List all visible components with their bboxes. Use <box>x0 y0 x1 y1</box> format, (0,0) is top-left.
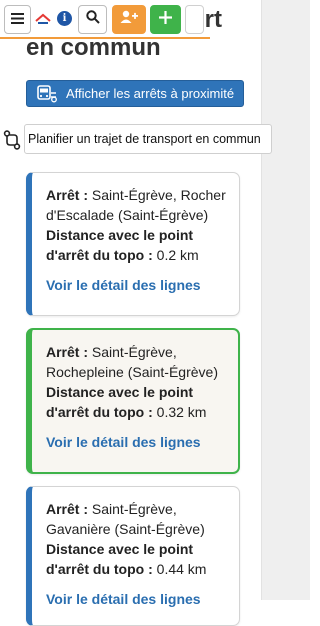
route-icon <box>3 130 21 150</box>
stop-distance: 0.32 km <box>156 404 207 420</box>
top-toolbar: i <box>0 0 262 39</box>
plan-trip-button[interactable]: Planifier un trajet de transport en comm… <box>24 124 272 154</box>
extra-button[interactable] <box>185 5 204 34</box>
plan-trip-label: Planifier un trajet de transport en comm… <box>28 132 261 146</box>
show-nearby-stops-button[interactable]: Afficher les arrêts à proximité <box>26 80 244 107</box>
stop-card: Arrêt : Saint-Égrève, Rocher d'Escalade … <box>26 172 240 316</box>
stop-card-selected: Arrêt : Saint-Égrève, Rochepleine (Saint… <box>26 328 240 474</box>
menu-button[interactable] <box>4 5 31 34</box>
stop-label: Arrêt : <box>46 187 89 203</box>
stop-label: Arrêt : <box>46 344 89 360</box>
stop-distance: 0.44 km <box>156 561 207 577</box>
line-details-link[interactable]: Voir le détail des lignes <box>46 277 229 293</box>
app-logo[interactable] <box>35 12 51 26</box>
main-content: rt en commun i Afficher les arrêts à pro… <box>0 0 272 626</box>
search-button[interactable] <box>78 5 107 34</box>
plus-icon <box>159 10 172 29</box>
add-user-icon <box>120 10 139 29</box>
search-icon <box>85 10 100 29</box>
add-user-button[interactable] <box>112 5 146 34</box>
info-icon[interactable]: i <box>57 11 72 26</box>
stop-distance: 0.2 km <box>156 247 199 263</box>
hamburger-icon <box>11 11 24 29</box>
add-button[interactable] <box>150 5 181 34</box>
bus-icon <box>36 84 58 103</box>
line-details-link[interactable]: Voir le détail des lignes <box>46 591 229 607</box>
show-nearby-stops-label: Afficher les arrêts à proximité <box>66 86 235 101</box>
info-icon-label: i <box>62 13 67 24</box>
side-panel-background <box>261 0 310 600</box>
stop-label: Arrêt : <box>46 501 89 517</box>
toolbar-underline <box>0 37 210 39</box>
line-details-link[interactable]: Voir le détail des lignes <box>46 434 228 450</box>
stop-card: Arrêt : Saint-Égrève, Gavanière (Saint-É… <box>26 486 240 626</box>
